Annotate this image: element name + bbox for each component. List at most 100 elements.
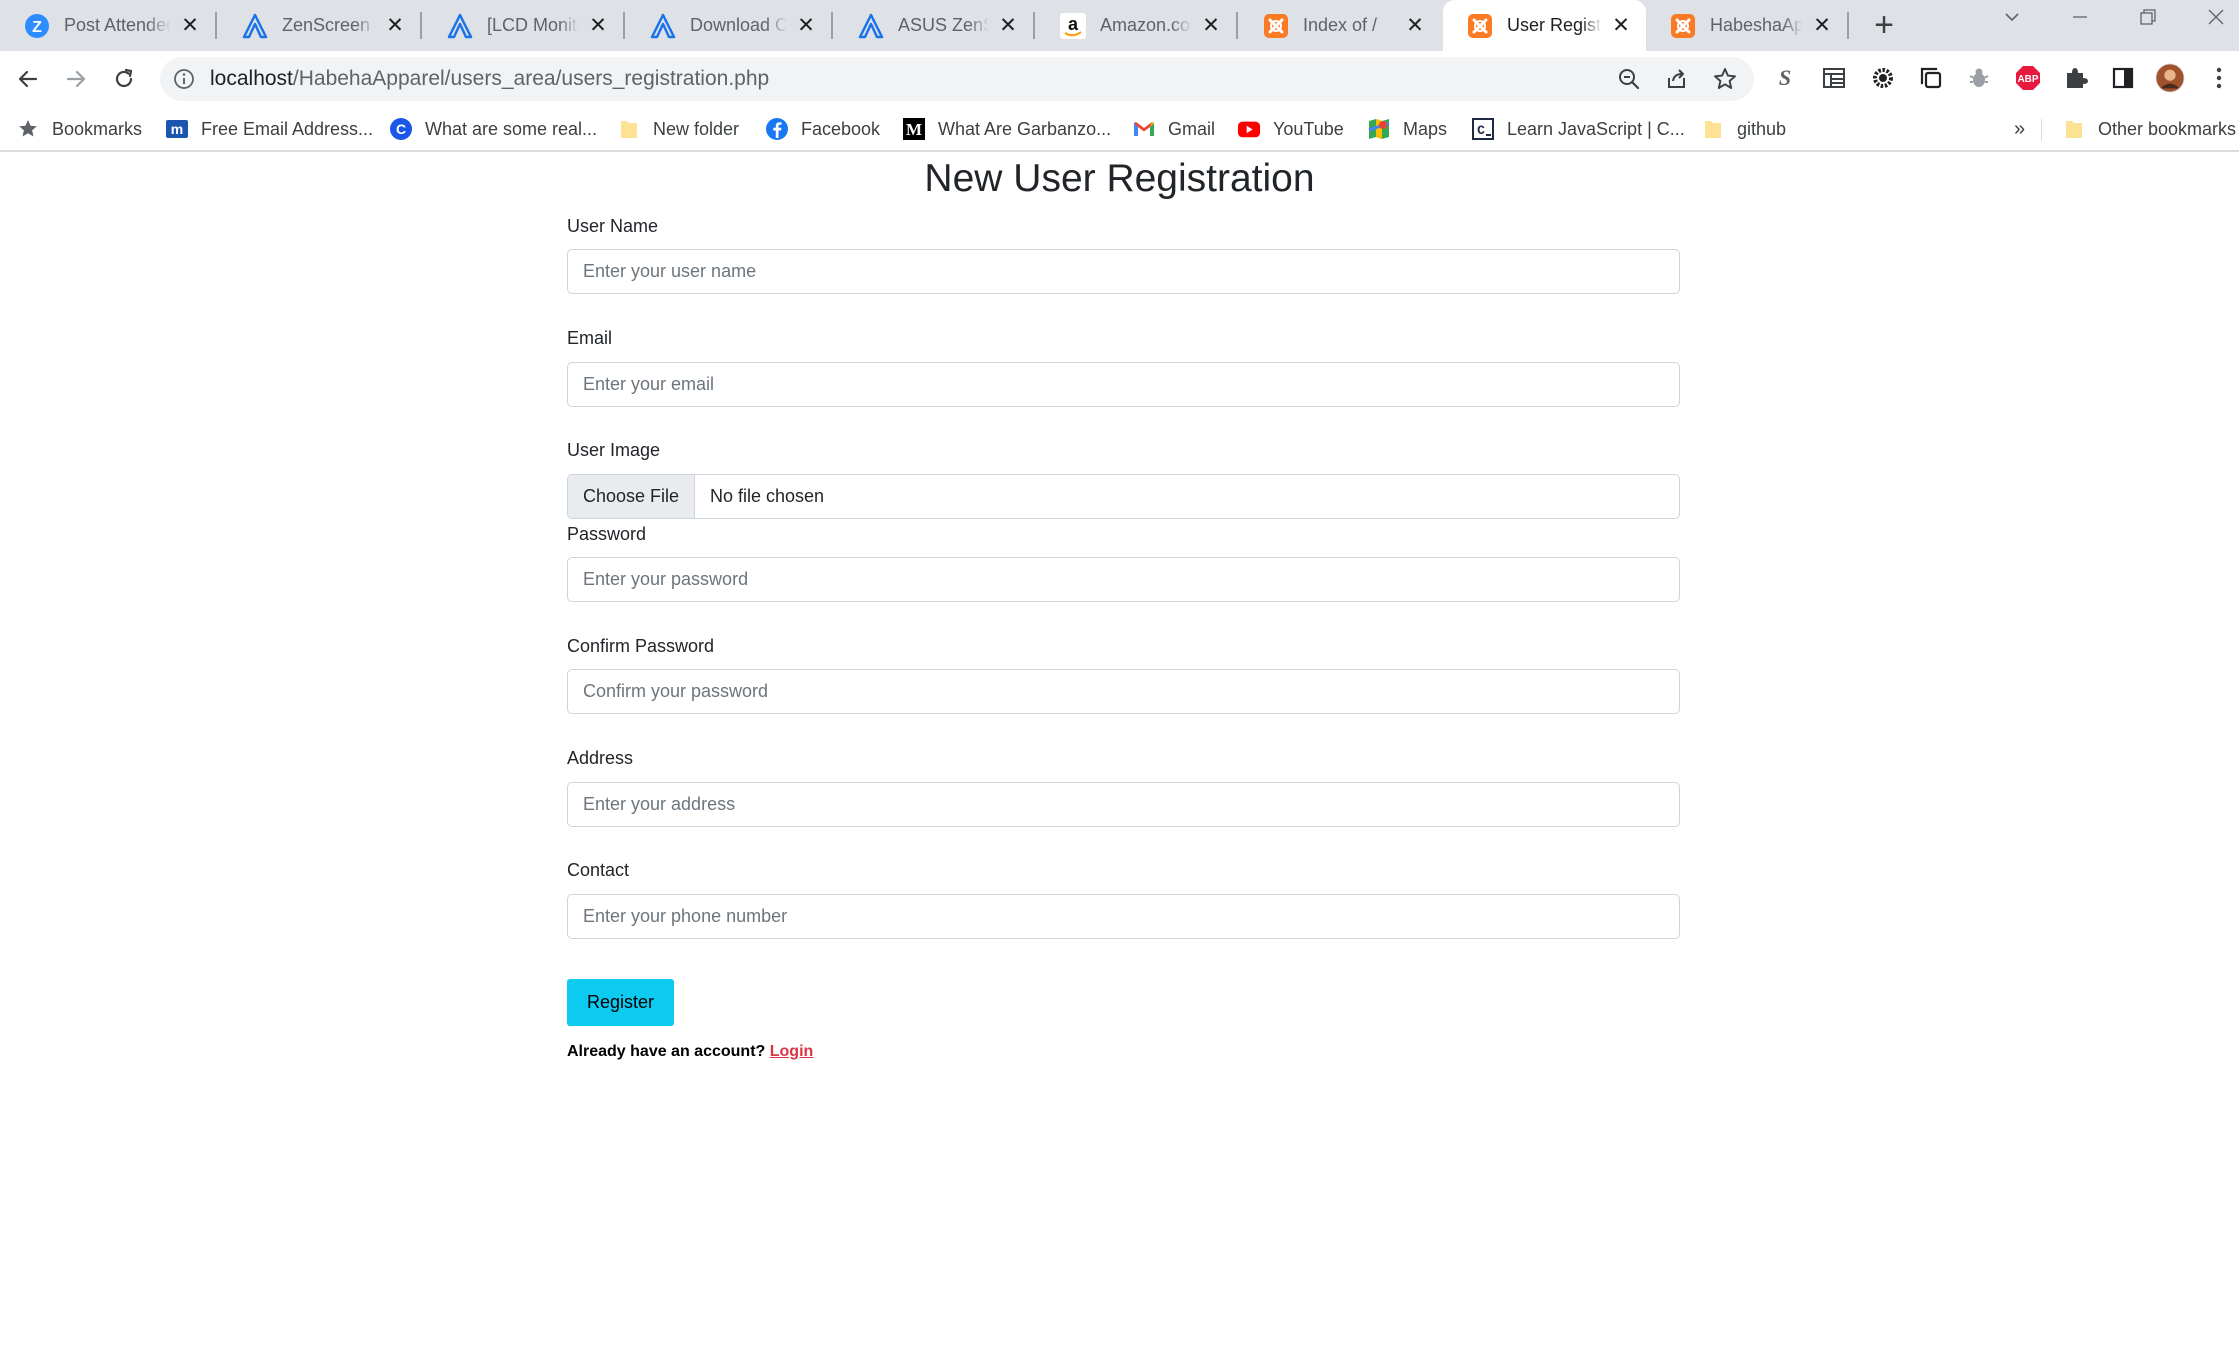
close-tab-icon[interactable]: ✕ <box>1610 14 1632 37</box>
star-icon <box>16 117 40 141</box>
tab-lcd-monitor[interactable]: [LCD Monitor ✕ <box>423 0 623 51</box>
bookmark-what-are-some[interactable]: C What are some real... <box>389 115 597 143</box>
tab-download-center[interactable]: Download Ce ✕ <box>626 0 831 51</box>
svg-text:C: C <box>1477 123 1485 138</box>
forward-button[interactable] <box>58 61 94 97</box>
xampp-icon <box>1263 13 1289 39</box>
bug-extension-icon[interactable] <box>1964 63 1994 93</box>
url-host: localhost <box>210 67 293 90</box>
tab-title: Download Ce <box>690 15 787 35</box>
tab-user-registration[interactable]: User Registra ✕ <box>1443 0 1646 51</box>
username-input[interactable] <box>567 249 1680 294</box>
bookmarks-overflow-button[interactable]: » <box>2014 115 2025 143</box>
asus-icon <box>858 13 884 39</box>
gmail-icon <box>1132 117 1156 141</box>
bookmark-github[interactable]: github <box>1701 115 1786 143</box>
address-label: Address <box>567 748 634 768</box>
close-tab-icon[interactable]: ✕ <box>179 14 201 37</box>
tab-index-of[interactable]: Index of / ✕ <box>1239 0 1440 51</box>
contact-input[interactable] <box>567 894 1680 939</box>
address-input[interactable] <box>567 782 1680 827</box>
new-tab-button[interactable]: + <box>1866 8 1902 44</box>
choose-file-button[interactable]: Choose File <box>568 475 695 518</box>
tab-title: Post Attendee <box>64 15 171 35</box>
email-label: Email <box>567 328 613 348</box>
gear-extension-icon[interactable] <box>1868 63 1898 93</box>
bookmarks-divider <box>2041 119 2042 141</box>
back-button[interactable] <box>10 61 46 97</box>
copy-extension-icon[interactable] <box>1916 63 1946 93</box>
asus-icon <box>650 13 676 39</box>
contact-label: Contact <box>567 860 630 880</box>
tab-title: Index of / <box>1303 15 1378 35</box>
share-icon[interactable] <box>1664 66 1690 92</box>
close-tab-icon[interactable]: ✕ <box>587 14 609 37</box>
bookmark-label: github <box>1737 118 1787 139</box>
tab-title: Amazon.com <box>1100 15 1192 35</box>
username-label: User Name <box>567 216 659 236</box>
minimize-icon[interactable] <box>2060 7 2100 37</box>
login-link[interactable]: Login <box>770 1043 814 1060</box>
codecademy-icon: C <box>1471 117 1495 141</box>
chevron-double-right-icon: » <box>2014 117 2026 140</box>
bookmark-free-email[interactable]: m Free Email Address... <box>165 115 373 143</box>
xampp-icon <box>1467 13 1493 39</box>
confirm-password-input[interactable] <box>567 669 1680 714</box>
reload-button[interactable] <box>106 61 142 97</box>
tab-amazon[interactable]: a Amazon.com ✕ <box>1036 0 1236 51</box>
adblock-plus-icon[interactable]: ABP <box>2013 63 2043 93</box>
folder-icon <box>2062 117 2086 141</box>
tab-asus-zenscreen[interactable]: ASUS ZenScr ✕ <box>834 0 1033 51</box>
close-tab-icon[interactable]: ✕ <box>1811 14 1833 37</box>
password-input[interactable] <box>567 557 1680 602</box>
s-extension-icon[interactable]: S <box>1770 63 1800 93</box>
tab-habesha-apparel[interactable]: HabeshaAppa ✕ <box>1646 0 1847 51</box>
bookmark-youtube[interactable]: YouTube <box>1237 115 1344 143</box>
address-bar[interactable]: localhost/HabehaApparel/users_area/users… <box>160 57 1754 101</box>
bookmark-garbanzo[interactable]: M What Are Garbanzo... <box>902 115 1111 143</box>
tab-post-attendee[interactable]: Z Post Attendee ✕ <box>0 0 215 51</box>
avatar[interactable] <box>2155 63 2185 93</box>
email-input[interactable] <box>567 362 1680 407</box>
tab-divider <box>420 12 422 39</box>
zoom-icon: Z <box>24 13 50 39</box>
bookmark-new-folder[interactable]: New folder <box>617 115 739 143</box>
xampp-icon <box>1670 13 1696 39</box>
close-tab-icon[interactable]: ✕ <box>1200 14 1222 37</box>
tab-zenscreen[interactable]: ZenScreen - A ✕ <box>218 0 420 51</box>
amazon-icon: a <box>1060 12 1086 39</box>
bookmark-star-icon[interactable] <box>1712 66 1738 92</box>
puzzle-extensions-icon[interactable] <box>2060 63 2090 93</box>
close-tab-icon[interactable]: ✕ <box>997 14 1019 37</box>
url-text[interactable]: localhost/HabehaApparel/users_area/users… <box>210 67 769 91</box>
tab-search-icon[interactable] <box>1992 7 2032 37</box>
svg-text:a: a <box>1068 14 1079 34</box>
user-image-file-input[interactable]: Choose File No file chosen <box>567 474 1680 519</box>
folder-icon <box>1701 117 1725 141</box>
zoom-out-icon[interactable] <box>1616 66 1642 92</box>
other-bookmarks[interactable]: Other bookmarks <box>2062 115 2236 143</box>
bookmark-bookmarks[interactable]: Bookmarks <box>16 115 142 143</box>
asus-icon <box>447 13 473 39</box>
bookmark-gmail[interactable]: Gmail <box>1132 115 1215 143</box>
tab-manager-icon[interactable] <box>1819 63 1849 93</box>
site-info-icon[interactable] <box>172 67 196 91</box>
register-button[interactable]: Register <box>567 979 674 1026</box>
restore-icon[interactable] <box>2128 7 2168 37</box>
chrome-menu-icon[interactable] <box>2204 63 2234 93</box>
close-tab-icon[interactable]: ✕ <box>384 14 406 37</box>
bookmark-label: YouTube <box>1273 118 1344 139</box>
medium-icon: M <box>902 117 926 141</box>
close-tab-icon[interactable]: ✕ <box>795 14 817 37</box>
user-image-label: User Image <box>567 440 661 460</box>
confirm-password-label: Confirm Password <box>567 636 715 656</box>
tab-divider <box>215 12 217 39</box>
bookmark-learn-javascript[interactable]: C Learn JavaScript | C... <box>1471 115 1685 143</box>
c-icon: C <box>389 117 413 141</box>
side-panel-icon[interactable] <box>2108 63 2138 93</box>
bookmark-label: Free Email Address... <box>201 118 374 139</box>
close-window-icon[interactable] <box>2196 7 2236 37</box>
bookmark-maps[interactable]: Maps <box>1367 115 1447 143</box>
bookmark-facebook[interactable]: Facebook <box>765 115 880 143</box>
close-tab-icon[interactable]: ✕ <box>1404 14 1426 37</box>
